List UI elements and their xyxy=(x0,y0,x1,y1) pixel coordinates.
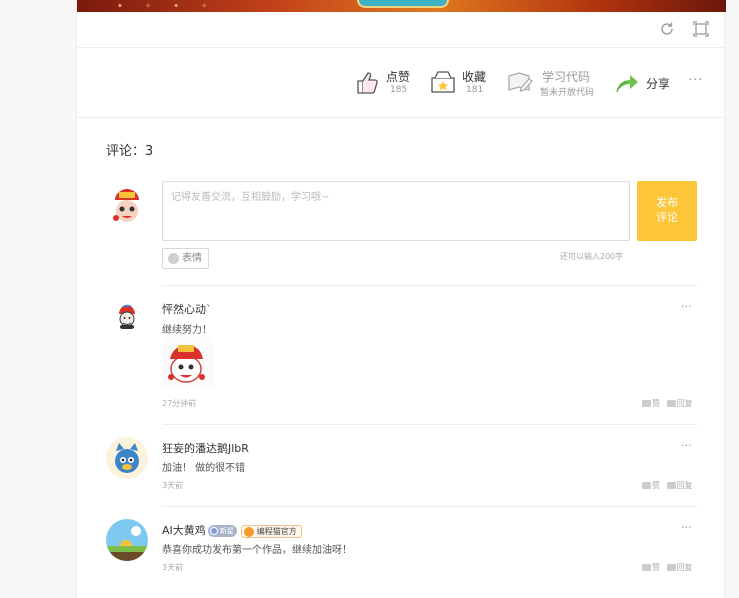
comment-sticker-image xyxy=(162,337,214,387)
emoji-icon xyxy=(168,253,179,264)
reply-icon xyxy=(666,564,676,571)
comment-like-button[interactable]: 赞 xyxy=(642,563,660,572)
publish-comment-button[interactable]: 发布 评论 xyxy=(637,181,697,241)
thumbs-up-icon xyxy=(353,68,381,96)
comment-reply-button[interactable]: 回复 xyxy=(666,481,693,490)
comment-avatar[interactable] xyxy=(106,519,148,561)
work-detail-card: ✦ ✧ ✦ ✧ 点赞 185 收藏 181 学习代码 暂未开放代码 分享 ···… xyxy=(76,0,726,598)
comment-reply-button[interactable]: 回复 xyxy=(666,563,693,572)
comment-reply-label: 回复 xyxy=(676,481,693,490)
remaining-chars: 还可以输入200字 xyxy=(560,252,624,261)
comment-more-button[interactable]: ··· xyxy=(681,300,692,313)
favorite-button[interactable]: 收藏 181 xyxy=(429,66,491,100)
comment-time: 3天前 xyxy=(162,481,184,490)
like-count: 185 xyxy=(390,85,408,95)
comment-more-button[interactable]: ··· xyxy=(681,439,692,452)
divider xyxy=(162,424,697,425)
work-actions-bar: 点赞 185 收藏 181 学习代码 暂未开放代码 分享 ··· xyxy=(77,48,726,118)
comment-actions: 赞 回复 xyxy=(642,480,693,491)
comment-like-button[interactable]: 赞 xyxy=(642,481,660,490)
thumbs-up-icon xyxy=(642,564,651,571)
comment-avatar[interactable] xyxy=(106,437,148,479)
comment-text: 恭喜你成功发布第一个作品，继续加油呀！ xyxy=(162,545,352,556)
thumbs-up-icon xyxy=(642,400,651,407)
learn-code-sub: 暂未开放代码 xyxy=(540,88,595,98)
fullscreen-icon[interactable] xyxy=(692,21,710,39)
comment-more-button[interactable]: ··· xyxy=(681,521,692,534)
reply-icon xyxy=(666,400,676,407)
share-arrow-icon xyxy=(613,68,641,96)
emoji-label: 表情 xyxy=(182,253,202,264)
share-button[interactable]: 分享 xyxy=(613,66,673,100)
new-star-badge: 新星 xyxy=(207,525,237,537)
comment-input[interactable]: 记得友善交流，互相鼓励，学习哦~ xyxy=(162,181,630,241)
player-banner-bottom: ✦ ✧ ✦ ✧ xyxy=(77,0,726,12)
comment-avatar[interactable] xyxy=(113,302,141,330)
current-user-avatar xyxy=(106,184,148,226)
like-label: 点赞 xyxy=(386,70,411,84)
player-toolbar xyxy=(77,12,726,48)
learn-code-label: 学习代码 xyxy=(542,70,591,84)
publish-label-line2: 评论 xyxy=(656,211,678,224)
comment-like-label: 赞 xyxy=(652,399,660,408)
comment-author-line: AI大黄鸡 新星 编程猫官方 xyxy=(162,522,302,538)
comment-time: 27分钟前 xyxy=(162,399,197,408)
favorite-count: 181 xyxy=(466,85,484,95)
comment-time: 3天前 xyxy=(162,563,184,572)
thumbs-up-icon xyxy=(642,482,651,489)
comment-actions: 赞 回复 xyxy=(642,562,693,573)
divider xyxy=(162,506,697,507)
learn-code-button: 学习代码 暂未开放代码 xyxy=(507,66,597,100)
new-star-icon xyxy=(209,527,218,535)
divider xyxy=(162,285,697,286)
comment-text: 加油！ 做的很不错 xyxy=(162,463,246,474)
comment-reply-label: 回复 xyxy=(676,399,693,408)
code-book-icon xyxy=(507,68,535,96)
official-label: 编程猫官方 xyxy=(256,527,297,536)
reply-icon xyxy=(666,482,676,489)
comments-count-title: 评论：3 xyxy=(106,144,154,159)
comment-like-button[interactable]: 赞 xyxy=(642,399,660,408)
publish-label-line1: 发布 xyxy=(656,196,678,209)
favorite-label: 收藏 xyxy=(462,70,487,84)
comment-reply-button[interactable]: 回复 xyxy=(666,399,693,408)
official-icon xyxy=(243,527,254,537)
favorite-box-icon xyxy=(429,68,457,96)
comment-reply-label: 回复 xyxy=(676,563,693,572)
comment-like-label: 赞 xyxy=(652,481,660,490)
comment-author[interactable]: 怦然心动` xyxy=(162,301,212,317)
comment-like-label: 赞 xyxy=(652,563,660,572)
new-star-label: 新星 xyxy=(219,527,234,535)
emoji-button[interactable]: 表情 xyxy=(162,248,209,269)
play-button-edge[interactable] xyxy=(357,0,449,8)
comment-text: 继续努力！ xyxy=(162,325,212,336)
share-label: 分享 xyxy=(646,77,671,91)
more-actions-button[interactable]: ··· xyxy=(688,73,703,88)
comment-author[interactable]: 狂妄的潘达鹅JlbR xyxy=(162,440,249,456)
banner-stars: ✦ ✧ ✦ ✧ xyxy=(117,2,218,10)
official-badge: 编程猫官方 xyxy=(240,525,302,538)
comment-author[interactable]: AI大黄鸡 xyxy=(162,524,206,537)
refresh-icon[interactable] xyxy=(658,21,676,39)
like-button[interactable]: 点赞 185 xyxy=(353,66,413,100)
comment-actions: 赞 回复 xyxy=(642,398,693,409)
